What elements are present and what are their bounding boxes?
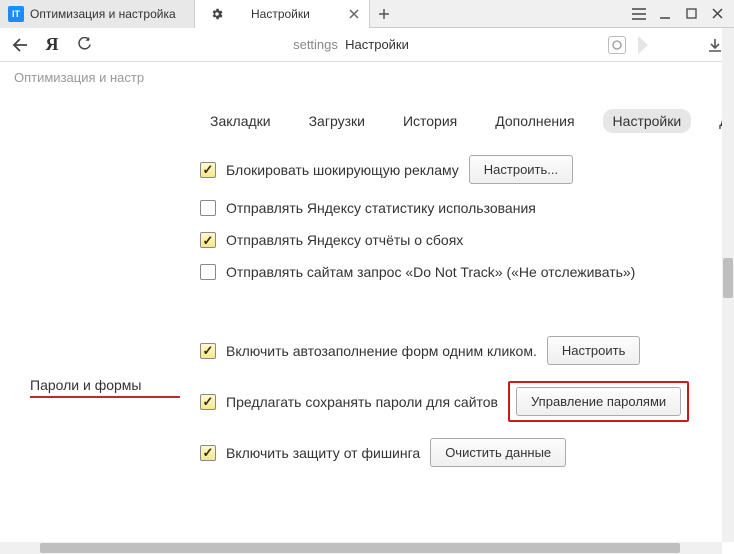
new-tab-button[interactable] bbox=[372, 2, 396, 26]
setting-label: Отправлять сайтам запрос «Do Not Track» … bbox=[226, 264, 635, 280]
setting-label: Включить защиту от фишинга bbox=[226, 445, 420, 461]
gear-icon bbox=[209, 6, 225, 22]
checkbox[interactable] bbox=[200, 162, 216, 178]
bookmark-arrow-icon[interactable] bbox=[638, 36, 652, 54]
vertical-scrollbar[interactable] bbox=[722, 28, 734, 542]
nav-other-devices[interactable]: Другие устройств bbox=[709, 109, 722, 133]
nav-bookmarks[interactable]: Закладки bbox=[200, 109, 281, 133]
tab-title: Настройки bbox=[251, 7, 310, 21]
setting-row: Предлагать сохранять пароли для сайтов У… bbox=[200, 373, 722, 430]
setting-row: Блокировать шокирующую рекламу Настроить… bbox=[200, 147, 722, 192]
scrollbar-thumb[interactable] bbox=[723, 258, 733, 298]
configure-button[interactable]: Настроить bbox=[547, 336, 641, 365]
settings-nav: Закладки Загрузки История Дополнения Нас… bbox=[0, 95, 722, 147]
favicon-it: IT bbox=[8, 6, 24, 22]
url-bar[interactable]: settings Настройки bbox=[106, 37, 596, 52]
yandex-logo-icon[interactable]: Я bbox=[42, 35, 62, 55]
clear-data-button[interactable]: Очистить данные bbox=[430, 438, 566, 467]
setting-label: Включить автозаполнение форм одним клико… bbox=[226, 343, 537, 359]
nav-addons[interactable]: Дополнения bbox=[485, 109, 584, 133]
setting-row: Отправлять Яндексу отчёты о сбоях bbox=[200, 224, 722, 256]
browser-tab-1[interactable]: Настройки bbox=[195, 0, 370, 28]
setting-row: Включить автозаполнение форм одним клико… bbox=[200, 328, 722, 373]
toolbar: Я settings Настройки bbox=[0, 28, 734, 62]
nav-settings[interactable]: Настройки bbox=[603, 109, 692, 133]
setting-row: Отправлять сайтам запрос «Do Not Track» … bbox=[200, 256, 722, 288]
manage-passwords-button[interactable]: Управление паролями bbox=[516, 387, 681, 416]
setting-row: Отправлять Яндексу статистику использова… bbox=[200, 192, 722, 224]
close-icon[interactable] bbox=[347, 7, 361, 21]
breadcrumb-text: Оптимизация и настр bbox=[14, 70, 144, 85]
breadcrumb: Оптимизация и настр bbox=[0, 62, 734, 93]
nav-history[interactable]: История bbox=[393, 109, 467, 133]
maximize-icon[interactable] bbox=[682, 5, 700, 23]
setting-row: Включить защиту от фишинга Очистить данн… bbox=[200, 430, 722, 475]
minimize-icon[interactable] bbox=[656, 5, 674, 23]
horizontal-scrollbar[interactable] bbox=[0, 542, 722, 554]
setting-label: Предлагать сохранять пароли для сайтов bbox=[226, 394, 498, 410]
checkbox[interactable] bbox=[200, 200, 216, 216]
checkbox[interactable] bbox=[200, 264, 216, 280]
close-window-icon[interactable] bbox=[708, 5, 726, 23]
tab-title: Оптимизация и настройка bbox=[30, 7, 176, 21]
tab-bar: IT Оптимизация и настройка Настройки bbox=[0, 0, 734, 28]
checkbox[interactable] bbox=[200, 394, 216, 410]
checkbox[interactable] bbox=[200, 232, 216, 248]
highlight-box: Управление паролями bbox=[508, 381, 689, 422]
checkbox[interactable] bbox=[200, 445, 216, 461]
reload-icon[interactable] bbox=[74, 35, 94, 55]
url-path: settings Настройки bbox=[293, 37, 409, 52]
setting-label: Отправлять Яндексу статистику использова… bbox=[226, 200, 536, 216]
configure-button[interactable]: Настроить... bbox=[469, 155, 573, 184]
back-icon[interactable] bbox=[10, 35, 30, 55]
section-header: Пароли и формы bbox=[30, 377, 180, 398]
setting-label: Блокировать шокирующую рекламу bbox=[226, 162, 459, 178]
site-info-icon[interactable] bbox=[608, 36, 626, 54]
nav-downloads[interactable]: Загрузки bbox=[299, 109, 375, 133]
section-underline bbox=[30, 396, 180, 398]
checkbox[interactable] bbox=[200, 343, 216, 359]
browser-tab-0[interactable]: IT Оптимизация и настройка bbox=[0, 0, 195, 28]
menu-icon[interactable] bbox=[630, 5, 648, 23]
section-title: Пароли и формы bbox=[30, 377, 180, 396]
setting-label: Отправлять Яндексу отчёты о сбоях bbox=[226, 232, 463, 248]
scrollbar-thumb[interactable] bbox=[40, 543, 680, 553]
